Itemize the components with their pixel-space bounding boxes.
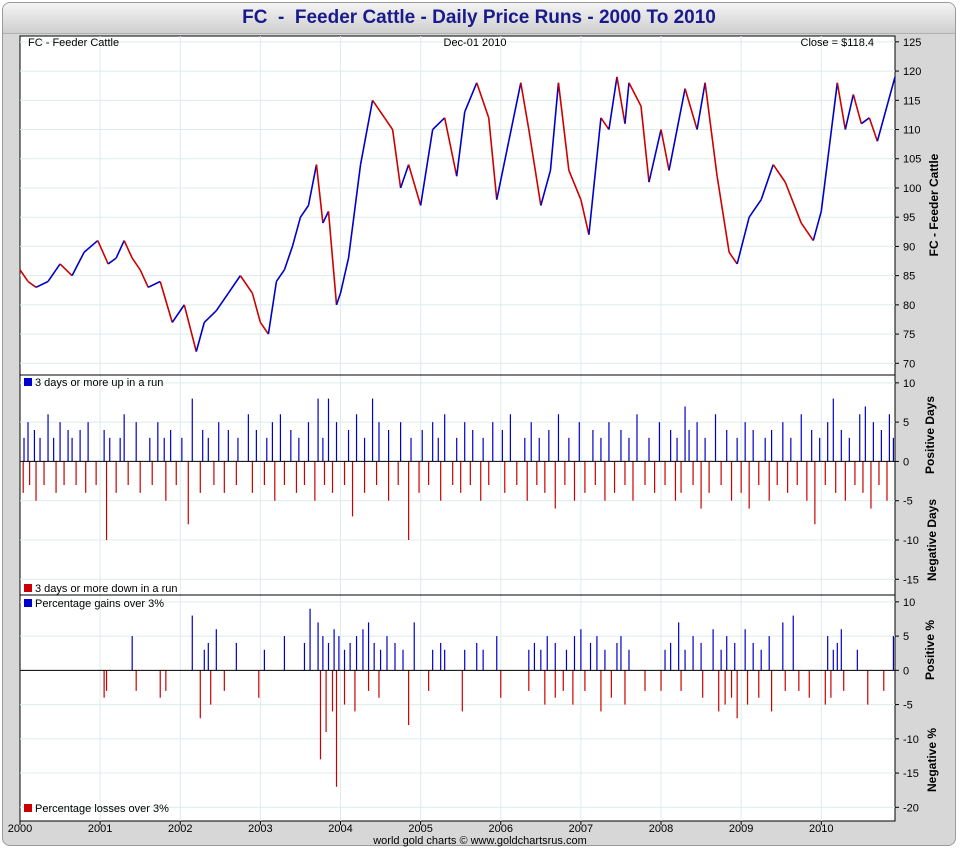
y-tick-label: 110 xyxy=(903,125,921,137)
y-tick-label: 5 xyxy=(903,631,909,643)
y-tick-label: 0 xyxy=(903,456,909,468)
price-header-center: Dec-01 2010 xyxy=(444,37,507,49)
legend-up-days-swatch xyxy=(24,378,32,386)
footer-credit: world gold charts © www.goldchartsrus.co… xyxy=(372,835,587,847)
negative-days-axis-label: Negative Days xyxy=(925,499,939,581)
y-tick-label: 0 xyxy=(903,665,909,677)
y-tick-label: -5 xyxy=(903,496,913,508)
y-tick-label: -10 xyxy=(903,535,919,547)
legend-losses: Percentage losses over 3% xyxy=(35,803,169,815)
y-tick-label: 10 xyxy=(903,378,915,390)
y-tick-label: -15 xyxy=(903,574,919,586)
price-header-left: FC - Feeder Cattle xyxy=(28,37,119,49)
price-axis-label: FC - Feeder Cattle xyxy=(927,153,941,256)
legend-up-days: 3 days or more up in a run xyxy=(35,377,163,389)
y-tick-label: 100 xyxy=(903,183,921,195)
y-tick-label: 70 xyxy=(903,358,915,370)
legend-losses-swatch xyxy=(24,804,32,812)
y-tick-label: 90 xyxy=(903,241,915,253)
y-tick-label: 115 xyxy=(903,95,921,107)
y-tick-label: 95 xyxy=(903,212,915,224)
y-tick-label: 5 xyxy=(903,417,909,429)
y-tick-label: 80 xyxy=(903,300,915,312)
price-header-right: Close = $118.4 xyxy=(801,37,875,49)
y-tick-label: -10 xyxy=(903,734,919,746)
y-tick-label: -5 xyxy=(903,700,913,712)
positive-percent-axis-label: Positive % xyxy=(923,620,937,680)
y-tick-label: 75 xyxy=(903,329,915,341)
legend-gains-swatch xyxy=(24,599,32,607)
legend-down-days-swatch xyxy=(24,584,32,592)
y-tick-label: -15 xyxy=(903,768,919,780)
y-tick-label: -20 xyxy=(903,802,919,814)
y-tick-label: 125 xyxy=(903,37,921,49)
y-tick-label: 85 xyxy=(903,271,915,283)
negative-percent-axis-label: Negative % xyxy=(925,728,939,792)
positive-days-axis-label: Positive Days xyxy=(923,396,937,474)
y-tick-label: 10 xyxy=(903,597,915,609)
y-tick-label: 120 xyxy=(903,66,921,78)
legend-down-days: 3 days or more down in a run xyxy=(35,583,177,595)
legend-gains: Percentage gains over 3% xyxy=(35,598,164,610)
plot-area xyxy=(19,35,896,822)
y-tick-label: 105 xyxy=(903,154,921,166)
chart-canvas: 2000 2001 2002 2003 2004 2005 2006 2007 2008 2009… xyxy=(8,35,941,847)
